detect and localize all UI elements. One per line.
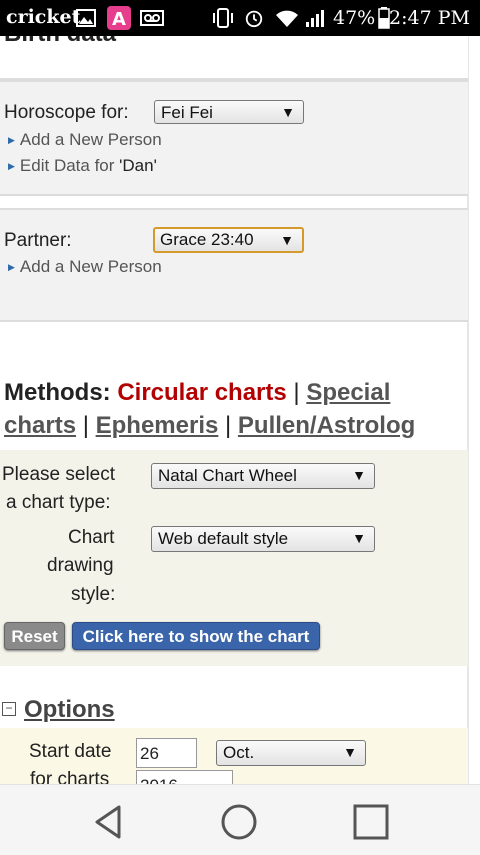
dropdown-arrow-icon: ▼ [343, 744, 357, 760]
home-icon[interactable] [219, 802, 259, 842]
options-panel: Start date for charts 26 Oct. ▼ 2016 [0, 728, 468, 784]
signal-icon [306, 10, 324, 27]
start-day-input[interactable]: 26 [136, 738, 197, 768]
add-partner-link[interactable]: ▶ Add a New Person [8, 257, 162, 277]
vibrate-icon [213, 8, 233, 28]
voicemail-icon [140, 10, 164, 26]
web-page: Birth data Horoscope for: Fei Fei ▼ ▶Add… [0, 36, 480, 784]
back-icon[interactable] [89, 802, 129, 842]
start-year-input[interactable]: 2016 [136, 770, 233, 784]
horoscope-panel: Horoscope for: Fei Fei ▼ ▶ Add a New Pers… [0, 80, 468, 196]
method-circular-charts[interactable]: Circular charts [117, 379, 286, 406]
partner-select[interactable]: Grace 23:40 ▼ [153, 227, 304, 253]
chart-style-label-1: Chart [68, 527, 115, 548]
chart-type-value: Natal Chart Wheel [158, 466, 297, 485]
show-chart-button[interactable]: Click here to show the chart [72, 622, 320, 650]
partner-select-value: Grace 23:40 [160, 230, 254, 249]
dropdown-arrow-icon: ▼ [281, 104, 295, 120]
collapse-icon[interactable]: − [2, 701, 16, 716]
chart-style-label-2: drawing [47, 555, 114, 576]
horoscope-select-value: Fei Fei [161, 103, 213, 122]
chart-type-label-1: Please select [2, 464, 116, 485]
svg-text:A: A [112, 9, 126, 30]
separator: | [293, 379, 300, 406]
chart-style-select[interactable]: Web default style ▼ [151, 526, 375, 552]
dropdown-arrow-icon: ▼ [352, 467, 366, 483]
app-icon: A [107, 6, 131, 30]
alarm-icon [245, 10, 263, 28]
dropdown-arrow-icon: ▼ [352, 530, 366, 546]
add-person-link[interactable]: ▶ Add a New Person [8, 130, 162, 150]
method-ephemeris[interactable]: Ephemeris [96, 412, 219, 439]
chart-type-label-2: a chart type: [6, 492, 111, 513]
horoscope-select[interactable]: Fei Fei ▼ [154, 100, 304, 124]
method-pullen-astrolog[interactable]: Pullen/Astrolog [238, 412, 415, 439]
edit-data-name[interactable]: 'Dan' [119, 156, 157, 175]
bullet-icon: ▶ [8, 161, 15, 171]
battery-percent: 47% [333, 7, 376, 29]
birth-data-title: Birth data [4, 36, 116, 48]
bullet-icon: ▶ [8, 135, 15, 145]
chart-form: Please select a chart type: Natal Chart … [0, 450, 468, 666]
horoscope-label: Horoscope for: [4, 102, 129, 123]
chart-style-value: Web default style [158, 529, 289, 548]
start-date-label-1: Start date [29, 741, 112, 762]
gallery-icon [76, 9, 96, 27]
birth-data-header: Birth data [0, 36, 468, 80]
dropdown-arrow-icon: ▼ [280, 232, 294, 248]
wifi-icon [276, 10, 298, 27]
partner-label: Partner: [4, 230, 72, 251]
partner-panel: Partner: Grace 23:40 ▼ ▶ Add a New Person [0, 208, 468, 322]
chart-style-label-3: style: [71, 584, 116, 605]
methods-label: Methods: [4, 379, 111, 406]
status-bar: cricket A 47% 2:47 PM [0, 0, 480, 36]
chart-type-select[interactable]: Natal Chart Wheel ▼ [151, 463, 375, 489]
start-date-label-2: for charts [30, 769, 110, 784]
options-title[interactable]: Options [24, 696, 115, 723]
start-month-value: Oct. [223, 743, 255, 762]
android-nav-bar [0, 784, 480, 855]
start-month-select[interactable]: Oct. ▼ [216, 740, 366, 766]
reset-button[interactable]: Reset [4, 622, 65, 650]
bullet-icon: ▶ [8, 262, 15, 272]
edit-data-link[interactable]: ▶ Edit Data for 'Dan' [8, 156, 157, 176]
recents-icon[interactable] [351, 802, 391, 842]
clock: 2:47 PM [389, 7, 470, 29]
separator: | [225, 412, 232, 439]
methods-nav: Methods: Circular charts | Special chart… [4, 376, 464, 442]
carrier-name: cricket [6, 6, 81, 28]
separator: | [82, 412, 89, 439]
options-header[interactable]: − Options [2, 696, 115, 724]
